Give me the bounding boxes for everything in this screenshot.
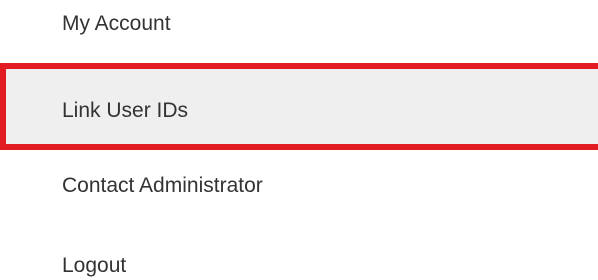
menu-item-label: Contact Administrator (62, 174, 263, 197)
menu-item-label: Link User IDs (62, 99, 189, 122)
menu-item-my-account[interactable]: My Account (0, 12, 598, 44)
menu-item-label: My Account (62, 12, 171, 35)
menu-item-label: Logout (62, 254, 127, 277)
account-menu: My Account Link User IDs Contact Adminis… (0, 0, 598, 280)
menu-item-contact-administrator[interactable]: Contact Administrator (0, 174, 598, 206)
menu-item-logout[interactable]: Logout (0, 254, 598, 280)
menu-item-link-user-ids[interactable]: Link User IDs (0, 63, 598, 150)
